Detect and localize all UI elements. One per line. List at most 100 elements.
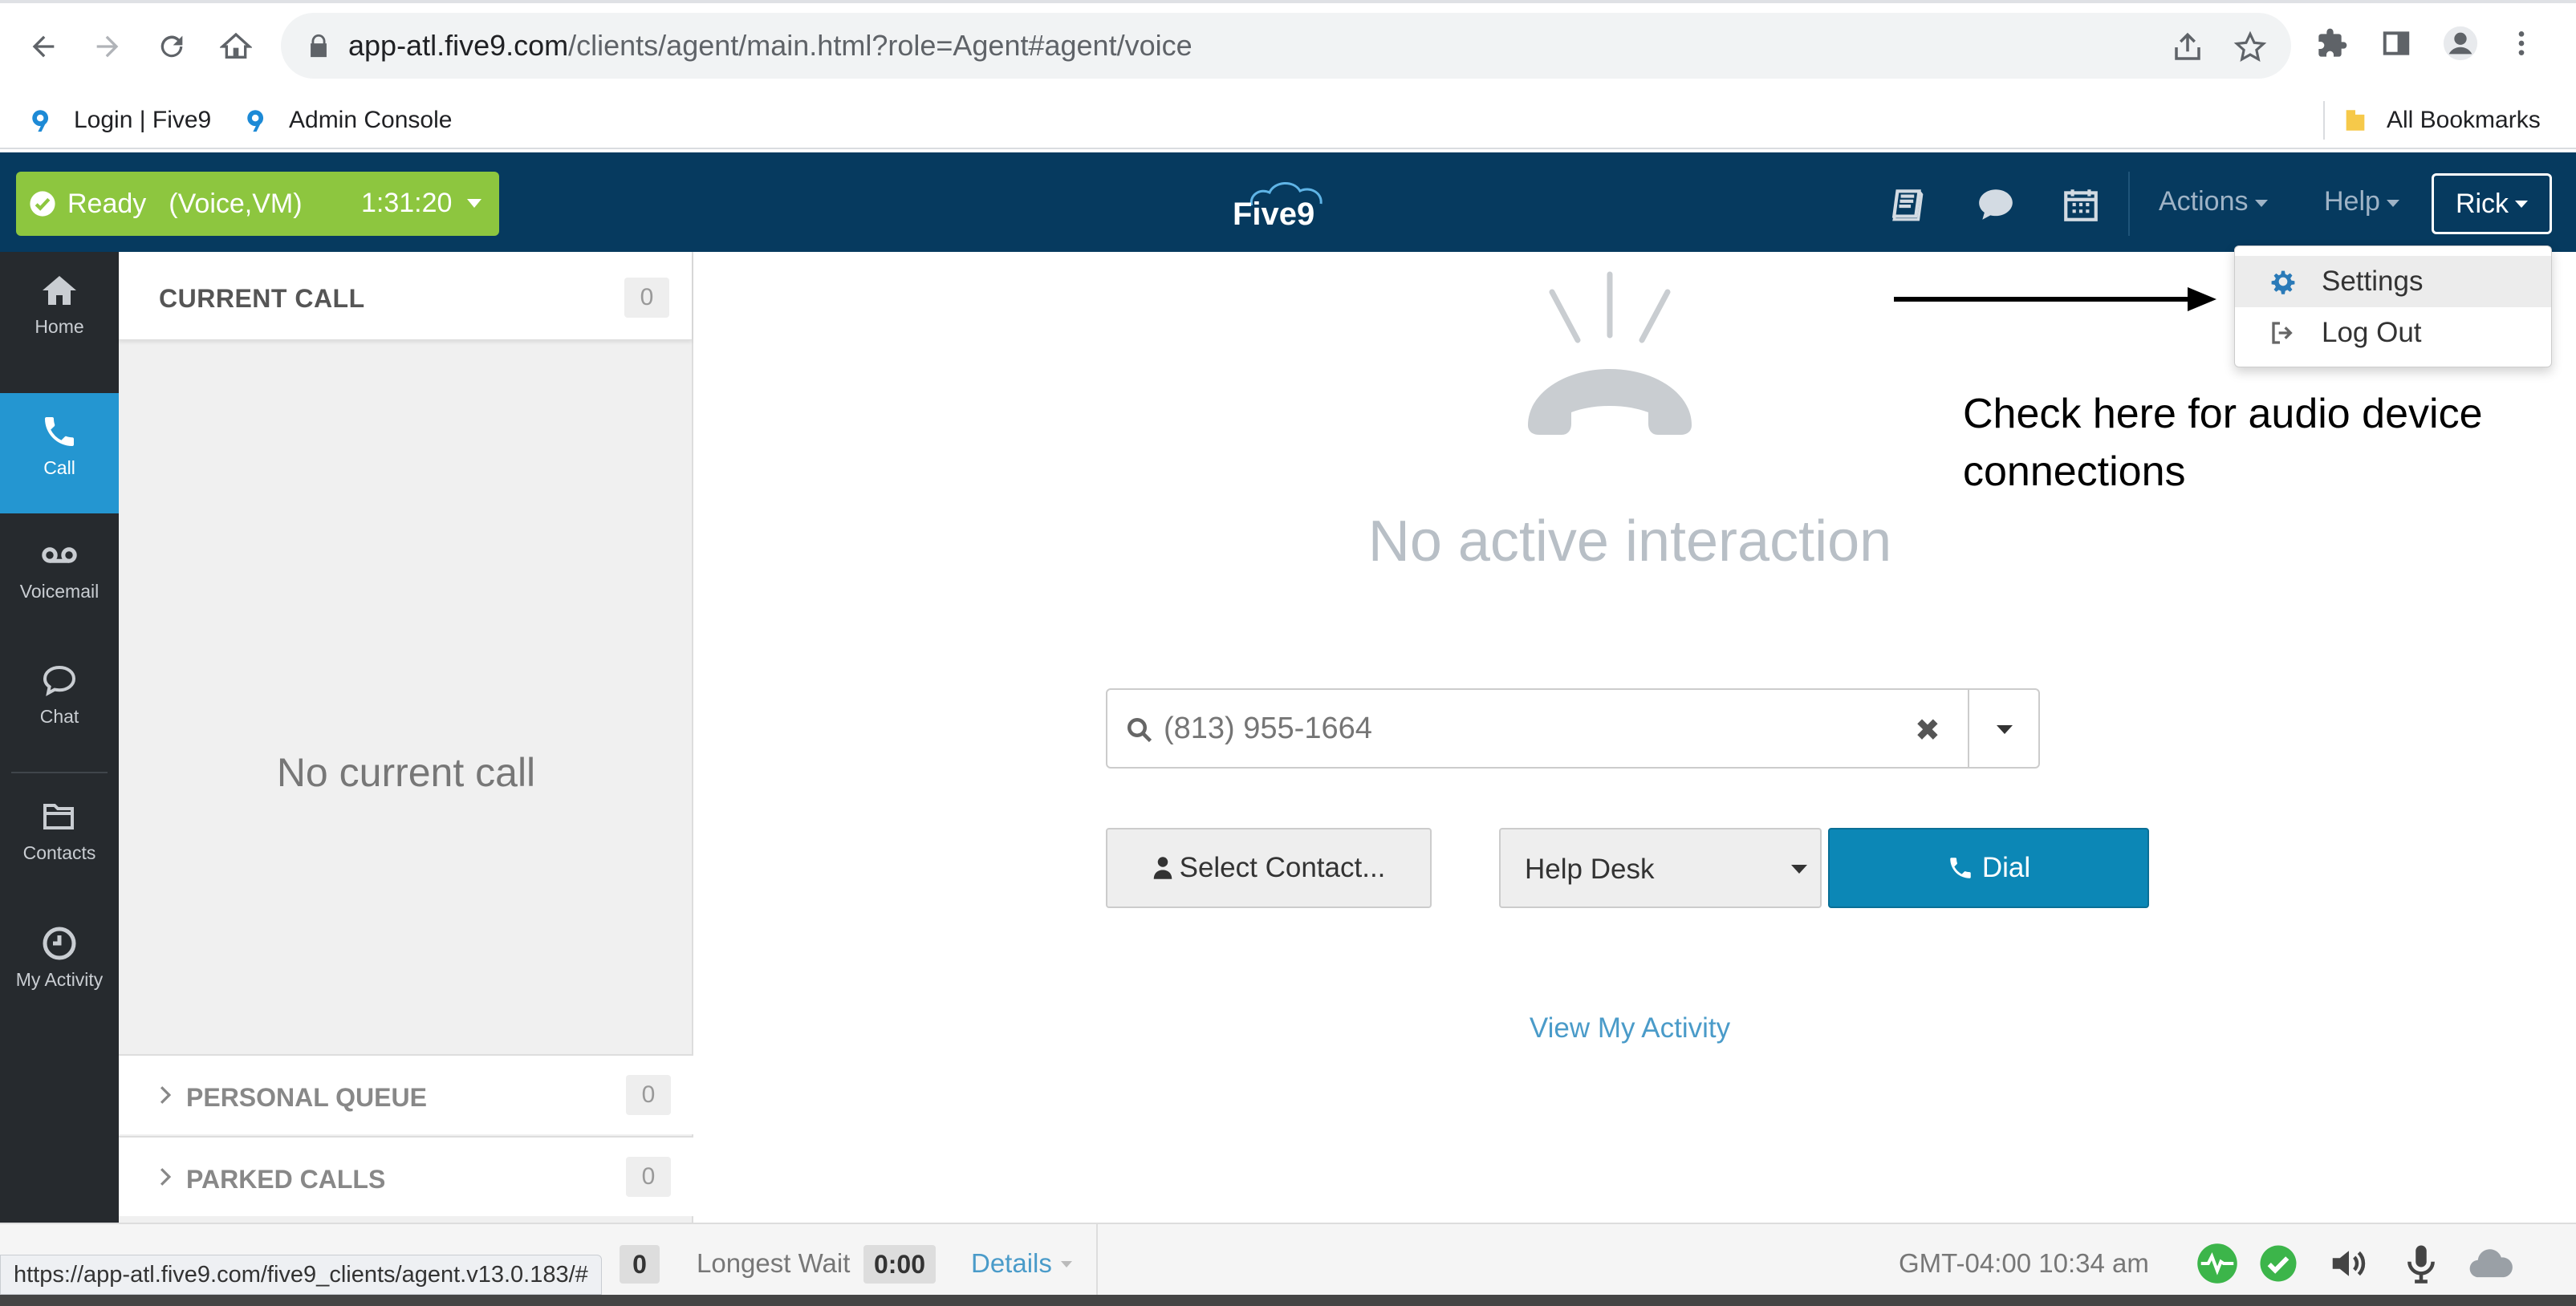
parked-calls-count: 0 (626, 1157, 671, 1197)
tab-strip-edge (0, 0, 2576, 3)
user-label: Rick (2455, 188, 2509, 219)
nav-label: Call (43, 457, 75, 478)
personal-queue-header[interactable]: PERSONAL QUEUE 0 (119, 1054, 693, 1134)
scripts-book-icon[interactable] (1887, 185, 1931, 225)
share-icon[interactable] (2171, 30, 2204, 64)
microphone-icon[interactable] (2399, 1242, 2443, 1285)
chevron-right-icon (160, 1168, 172, 1186)
calls-panel: CURRENT CALL 0 No current call PERSONAL … (119, 252, 693, 1223)
annotation-arrow (1894, 287, 2216, 311)
messages-icon[interactable] (1974, 185, 2017, 225)
nav-voicemail[interactable]: Voicemail (0, 517, 119, 637)
nav-contacts[interactable]: Contacts (0, 778, 119, 898)
dial-number-field[interactable]: ✖ (1106, 688, 2040, 769)
nav-divider (11, 772, 108, 773)
nav-chat[interactable]: Chat (0, 642, 119, 762)
cloud-icon[interactable] (2467, 1242, 2515, 1285)
view-activity-label[interactable]: View My Activity (1530, 1012, 1730, 1044)
calendar-icon[interactable] (2059, 185, 2103, 225)
folder-icon (43, 804, 74, 829)
five9-favicon-icon (32, 110, 49, 132)
extensions-button[interactable] (2313, 24, 2351, 63)
logout-icon (2272, 322, 2293, 344)
folder-yellow-icon (2346, 110, 2365, 131)
user-menu-button[interactable]: Rick (2432, 173, 2552, 234)
search-icon (1128, 718, 1152, 743)
caret-down-icon (1997, 725, 2013, 734)
help-label: Help (2324, 186, 2380, 217)
five9-logo: Five9 (1233, 182, 1323, 231)
bookmark-admin-console[interactable]: Admin Console (244, 99, 452, 141)
nav-label: Home (35, 316, 84, 337)
caret-down-icon (467, 199, 481, 208)
dial-number-input[interactable] (1164, 704, 1886, 752)
star-icon[interactable] (2233, 30, 2267, 64)
browser-toolbar: app-atl.five9.com/clients/agent/main.htm… (0, 0, 2576, 91)
caret-down-icon (2515, 200, 2529, 208)
annotation-text: Check here for audio device connections (1963, 385, 2483, 501)
view-my-activity-link[interactable]: View My Activity (695, 1012, 2565, 1044)
nav-call[interactable]: Call (0, 393, 119, 513)
nav-home[interactable]: Home (0, 252, 119, 372)
taskbar-edge (0, 1295, 2576, 1306)
nav-label: Chat (39, 706, 79, 727)
profile-button[interactable] (2441, 24, 2480, 63)
actions-label: Actions (2159, 186, 2249, 217)
reload-icon (160, 35, 183, 58)
app-header: Ready (Voice,VM) 1:31:20 Five9 Actions H… (0, 152, 2576, 252)
side-panel-icon (2383, 31, 2410, 55)
select-contact-button[interactable]: Select Contact... (1106, 828, 1432, 908)
bookmarks-bar: Login | Five9 Admin Console All Bookmark… (0, 91, 2576, 149)
current-call-title: CURRENT CALL (159, 284, 365, 313)
caret-down-icon (1791, 865, 1807, 874)
actions-menu[interactable]: Actions (2159, 186, 2268, 217)
address-bar[interactable]: app-atl.five9.com/clients/agent/main.htm… (281, 13, 2291, 79)
no-current-call-text: No current call (276, 750, 536, 795)
home-icon (43, 276, 76, 305)
settings-label: Settings (2322, 266, 2424, 297)
campaign-select[interactable]: Help Desk (1499, 828, 1822, 908)
lock-icon (311, 34, 327, 58)
current-call-count: 0 (624, 278, 669, 318)
help-menu[interactable]: Help (2324, 186, 2399, 217)
no-active-interaction-text: No active interaction (1367, 509, 1892, 574)
side-panel-button[interactable] (2377, 24, 2416, 63)
menu-item-logout[interactable]: Log Out (2235, 307, 2551, 359)
all-bookmarks-button[interactable]: All Bookmarks (2342, 99, 2541, 141)
timezone-time: GMT-04:00 10:34 am (1899, 1248, 2149, 1278)
dial-history-dropdown[interactable] (1968, 690, 2040, 767)
reload-button[interactable] (149, 24, 194, 69)
annotation-line-2: connections (1963, 448, 2186, 495)
voicemail-icon (42, 547, 77, 563)
menu-item-settings[interactable]: Settings (2235, 256, 2551, 307)
home-outline-icon (220, 32, 252, 59)
details-link[interactable]: Details (971, 1248, 1052, 1279)
check-circle-icon (30, 191, 55, 217)
home-button[interactable] (213, 24, 258, 69)
agent-state-button[interactable]: Ready (Voice,VM) 1:31:20 (16, 172, 499, 236)
dial-button[interactable]: Dial (1828, 828, 2149, 908)
bookmark-login-five9[interactable]: Login | Five9 (29, 99, 211, 141)
url-host: app-atl.five9.com (348, 29, 569, 62)
select-contact-label: Select Contact... (1179, 852, 1386, 883)
url-text: app-atl.five9.com/clients/agent/main.htm… (348, 27, 1193, 64)
caret-down-icon (2254, 199, 2268, 207)
current-call-header[interactable]: CURRENT CALL 0 (119, 252, 692, 340)
network-health-icon[interactable] (2196, 1242, 2239, 1285)
status-ok-icon[interactable] (2257, 1242, 2300, 1285)
forward-button[interactable] (85, 24, 130, 69)
left-nav: Home Call Voicemail Chat Contacts My Act… (0, 252, 119, 1223)
bookmark-label: Login | Five9 (74, 107, 212, 133)
arrow-left-icon (32, 35, 55, 58)
clear-x-icon[interactable]: ✖ (1915, 712, 1940, 748)
speaker-volume-icon[interactable] (2327, 1242, 2371, 1285)
parked-calls-header[interactable]: PARKED CALLS 0 (119, 1136, 693, 1216)
back-button[interactable] (21, 24, 66, 69)
personal-queue-title: PERSONAL QUEUE (186, 1083, 427, 1112)
nav-my-activity[interactable]: My Activity (0, 905, 119, 1025)
browser-menu-button[interactable] (2502, 24, 2541, 63)
caret-down-icon (2386, 199, 2399, 207)
longest-wait-value: 0:00 (863, 1245, 936, 1284)
caret-down-icon (1061, 1261, 1072, 1267)
puzzle-icon (2318, 28, 2347, 57)
